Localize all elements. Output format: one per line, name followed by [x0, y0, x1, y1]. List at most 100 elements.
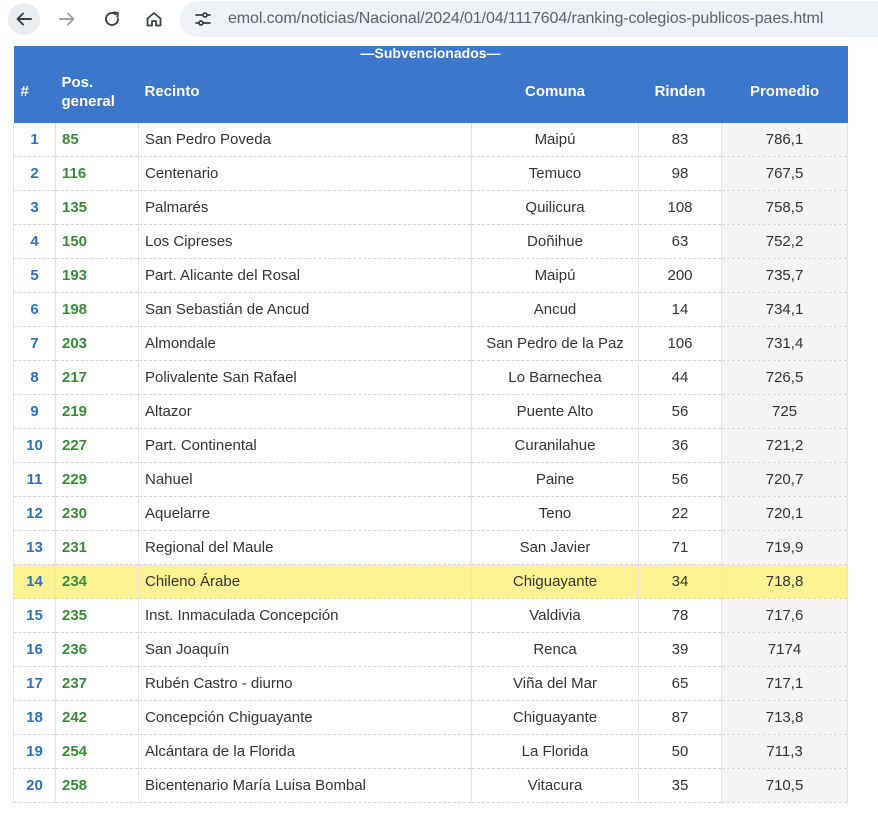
- table-row: 20 258 Bicentenario María Luisa Bombal Vita…: [13, 768, 849, 803]
- row-comuna: Maipú: [471, 258, 639, 293]
- header-recinto: Recinto: [138, 60, 472, 123]
- row-promedio: 786,1: [721, 123, 849, 157]
- header-comuna: Comuna: [471, 60, 639, 123]
- row-comuna: San Pedro de la Paz: [471, 326, 639, 361]
- row-number: 8: [13, 360, 56, 395]
- row-position: 229: [55, 462, 139, 497]
- row-number: 10: [13, 428, 56, 463]
- row-position: 231: [55, 530, 139, 565]
- row-promedio: 7174: [721, 632, 849, 667]
- row-number: 13: [13, 530, 56, 565]
- row-rinden: 108: [638, 190, 722, 225]
- row-recinto: Part. Alicante del Rosal: [138, 258, 472, 293]
- row-rinden: 65: [638, 666, 722, 701]
- row-comuna: Maipú: [471, 123, 639, 157]
- row-position: 234: [55, 564, 139, 599]
- row-number: 18: [13, 700, 56, 735]
- row-position: 236: [55, 632, 139, 667]
- row-position: 198: [55, 292, 139, 327]
- reload-button[interactable]: [96, 3, 128, 35]
- row-recinto: Concepción Chiguayante: [138, 700, 472, 735]
- row-number: 14: [13, 564, 56, 599]
- table-row: 2 116 Centenario Temuco 98 767,5: [13, 156, 849, 191]
- header-number: #: [13, 60, 56, 123]
- row-comuna: Ancud: [471, 292, 639, 327]
- row-comuna: San Javier: [471, 530, 639, 565]
- row-number: 20: [13, 768, 56, 803]
- row-comuna: Curanilahue: [471, 428, 639, 463]
- row-comuna: Vitacura: [471, 768, 639, 803]
- row-promedio: 735,7: [721, 258, 849, 293]
- row-promedio: 734,1: [721, 292, 849, 327]
- table-row: 15 235 Inst. Inmaculada Concepción Valdivia…: [13, 598, 849, 633]
- row-promedio: 731,4: [721, 326, 849, 361]
- row-promedio: 717,6: [721, 598, 849, 633]
- table-row: 9 219 Altazor Puente Alto 56 725: [13, 394, 849, 429]
- row-recinto: Nahuel: [138, 462, 472, 497]
- row-comuna: Puente Alto: [471, 394, 639, 429]
- table-row: 19 254 Alcántara de la Florida La Florida 50…: [13, 734, 849, 769]
- row-rinden: 87: [638, 700, 722, 735]
- row-recinto: San Joaquín: [138, 632, 472, 667]
- row-recinto: Altazor: [138, 394, 472, 429]
- table-row: 8 217 Polivalente San Rafael Lo Barnechea 44…: [13, 360, 849, 395]
- row-rinden: 22: [638, 496, 722, 531]
- row-rinden: 78: [638, 598, 722, 633]
- ranking-table-container: —Subvencionados— # Pos. general Recinto …: [13, 46, 849, 803]
- row-position: 237: [55, 666, 139, 701]
- row-rinden: 98: [638, 156, 722, 191]
- row-position: 227: [55, 428, 139, 463]
- row-recinto: Rubén Castro - diurno: [138, 666, 472, 701]
- row-rinden: 50: [638, 734, 722, 769]
- row-comuna: Temuco: [471, 156, 639, 191]
- forward-arrow-icon: [59, 12, 75, 26]
- row-position: 85: [55, 123, 139, 157]
- row-recinto: San Pedro Poveda: [138, 123, 472, 157]
- row-number: 16: [13, 632, 56, 667]
- address-bar[interactable]: emol.com/noticias/Nacional/2024/01/04/11…: [180, 1, 878, 37]
- back-button[interactable]: [8, 3, 40, 35]
- row-recinto: Palmarés: [138, 190, 472, 225]
- row-comuna: Valdivia: [471, 598, 639, 633]
- row-comuna: Teno: [471, 496, 639, 531]
- row-position: 235: [55, 598, 139, 633]
- row-promedio: 767,5: [721, 156, 849, 191]
- ranking-table: —Subvencionados— # Pos. general Recinto …: [13, 46, 849, 803]
- row-comuna: Quilicura: [471, 190, 639, 225]
- row-comuna: Doñihue: [471, 224, 639, 259]
- url-text[interactable]: emol.com/noticias/Nacional/2024/01/04/11…: [228, 10, 823, 28]
- row-number: 17: [13, 666, 56, 701]
- row-recinto: Almondale: [138, 326, 472, 361]
- row-recinto: San Sebastián de Ancud: [138, 292, 472, 327]
- table-row: 7 203 Almondale San Pedro de la Paz 106 731,4: [13, 326, 849, 361]
- home-button[interactable]: [138, 3, 170, 35]
- row-promedio: 713,8: [721, 700, 849, 735]
- row-position: 150: [55, 224, 139, 259]
- row-rinden: 106: [638, 326, 722, 361]
- row-position: 203: [55, 326, 139, 361]
- forward-button[interactable]: [51, 3, 83, 35]
- row-promedio: 726,5: [721, 360, 849, 395]
- header-position: Pos. general: [55, 60, 139, 123]
- table-body: 1 85 San Pedro Poveda Maipú 83 786,1 2 116 Cente…: [13, 123, 849, 803]
- header-rinden: Rinden: [638, 60, 722, 123]
- row-recinto: Regional del Maule: [138, 530, 472, 565]
- table-caption: —Subvencionados—: [13, 46, 848, 60]
- row-rinden: 44: [638, 360, 722, 395]
- row-recinto: Aquelarre: [138, 496, 472, 531]
- table-row: 5 193 Part. Alicante del Rosal Maipú 200 735,…: [13, 258, 849, 293]
- row-recinto: Chileno Árabe: [138, 564, 472, 599]
- row-recinto: Bicentenario María Luisa Bombal: [138, 768, 472, 803]
- row-number: 6: [13, 292, 56, 327]
- row-position: 242: [55, 700, 139, 735]
- row-promedio: 720,7: [721, 462, 849, 497]
- row-recinto: Part. Continental: [138, 428, 472, 463]
- row-recinto: Alcántara de la Florida: [138, 734, 472, 769]
- row-recinto: Los Cipreses: [138, 224, 472, 259]
- row-position: 116: [55, 156, 139, 191]
- site-info-icon[interactable]: [194, 10, 212, 28]
- row-comuna: Chiguayante: [471, 700, 639, 735]
- header-position-line2: general: [61, 92, 115, 110]
- row-promedio: 752,2: [721, 224, 849, 259]
- row-number: 9: [13, 394, 56, 429]
